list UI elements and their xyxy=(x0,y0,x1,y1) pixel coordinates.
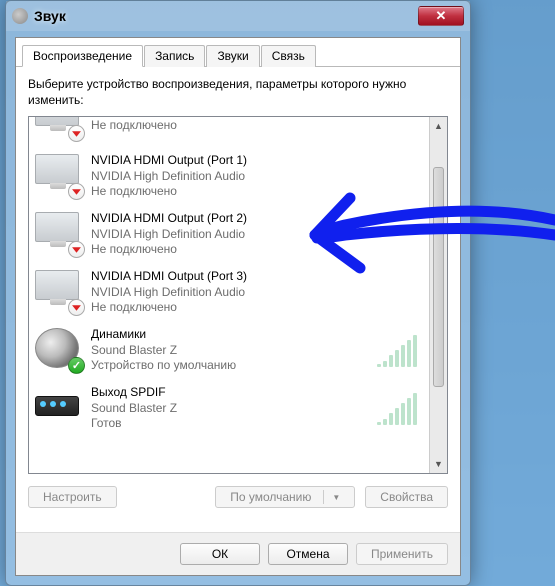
cancel-button[interactable]: Отмена xyxy=(268,543,348,565)
device-name: NVIDIA HDMI Output (Port 3) xyxy=(91,269,423,285)
device-name: Выход SPDIF xyxy=(91,385,377,401)
tab-sounds[interactable]: Звуки xyxy=(206,45,259,67)
tabs-bar: Воспроизведение Запись Звуки Связь xyxy=(16,38,460,67)
spdif-icon xyxy=(35,386,83,430)
scroll-down-icon[interactable]: ▼ xyxy=(430,455,447,473)
default-check-icon: ✓ xyxy=(68,357,85,374)
device-status: Не подключено xyxy=(91,300,423,316)
window-title: Звук xyxy=(34,8,418,24)
device-name: Динамики xyxy=(91,327,377,343)
device-row[interactable]: ✓ Динамики Sound Blaster Z Устройство по… xyxy=(29,321,429,379)
device-subtitle: Sound Blaster Z xyxy=(91,401,377,417)
device-status: Не подключено xyxy=(91,242,423,258)
instruction-text: Выберите устройство воспроизведения, пар… xyxy=(28,76,448,108)
device-subtitle: NVIDIA High Definition Audio xyxy=(91,227,423,243)
device-status: Не подключено xyxy=(91,118,423,134)
monitor-icon xyxy=(35,212,83,256)
device-status: Не подключено xyxy=(91,184,423,200)
level-meter xyxy=(377,333,423,367)
tab-communications[interactable]: Связь xyxy=(261,45,316,67)
device-subtitle: NVIDIA High Definition Audio xyxy=(91,169,423,185)
tab-playback[interactable]: Воспроизведение xyxy=(22,45,143,67)
scrollbar[interactable]: ▲ ▼ xyxy=(429,117,447,473)
monitor-icon xyxy=(35,117,83,140)
device-name: NVIDIA HDMI Output (Port 1) xyxy=(91,153,423,169)
sound-icon xyxy=(12,8,28,24)
device-status: Устройство по умолчанию xyxy=(91,358,377,374)
dialog-content: Воспроизведение Запись Звуки Связь Выбер… xyxy=(15,37,461,576)
ok-button[interactable]: ОК xyxy=(180,543,260,565)
disconnected-overlay-icon xyxy=(68,183,85,200)
properties-button[interactable]: Свойства xyxy=(365,486,448,508)
tab-recording[interactable]: Запись xyxy=(144,45,205,67)
apply-button[interactable]: Применить xyxy=(356,543,448,565)
monitor-icon xyxy=(35,270,83,314)
device-row[interactable]: NVIDIA High Definition Audio Не подключе… xyxy=(29,117,429,147)
device-subtitle: Sound Blaster Z xyxy=(91,343,377,359)
scroll-up-icon[interactable]: ▲ xyxy=(430,117,447,135)
device-name: NVIDIA HDMI Output (Port 2) xyxy=(91,211,423,227)
disconnected-overlay-icon xyxy=(68,125,85,142)
sound-dialog-window: Звук ✕ Воспроизведение Запись Звуки Связ… xyxy=(5,0,471,586)
configure-button[interactable]: Настроить xyxy=(28,486,117,508)
speakers-icon: ✓ xyxy=(35,328,83,372)
device-row[interactable]: NVIDIA HDMI Output (Port 3) NVIDIA High … xyxy=(29,263,429,321)
device-row[interactable]: Выход SPDIF Sound Blaster Z Готов xyxy=(29,379,429,437)
device-status: Готов xyxy=(91,416,377,432)
close-button[interactable]: ✕ xyxy=(418,6,464,26)
chevron-down-icon: ▼ xyxy=(332,493,340,502)
device-row[interactable]: NVIDIA HDMI Output (Port 1) NVIDIA High … xyxy=(29,147,429,205)
device-row[interactable]: NVIDIA HDMI Output (Port 2) NVIDIA High … xyxy=(29,205,429,263)
device-subtitle: NVIDIA High Definition Audio xyxy=(91,285,423,301)
disconnected-overlay-icon xyxy=(68,299,85,316)
disconnected-overlay-icon xyxy=(68,241,85,258)
monitor-icon xyxy=(35,154,83,198)
close-icon: ✕ xyxy=(436,8,447,24)
scroll-thumb[interactable] xyxy=(433,167,444,387)
device-list: NVIDIA High Definition Audio Не подключе… xyxy=(28,116,448,474)
set-default-button[interactable]: По умолчанию ▼ xyxy=(215,486,355,508)
level-meter xyxy=(377,391,423,425)
titlebar[interactable]: Звук ✕ xyxy=(6,1,470,31)
